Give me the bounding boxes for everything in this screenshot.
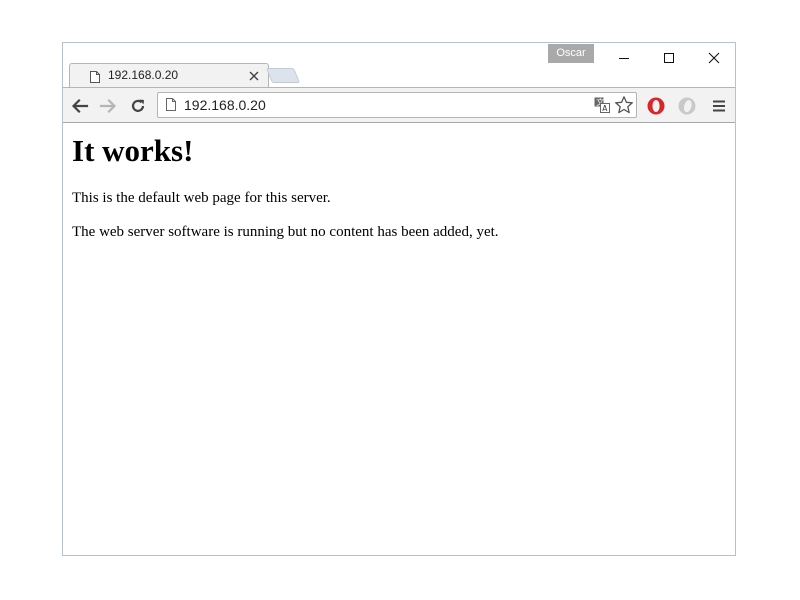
profile-badge[interactable]: Oscar [548, 44, 594, 63]
close-button[interactable] [691, 43, 736, 72]
page-icon [90, 70, 100, 88]
minimize-button[interactable] [601, 43, 646, 72]
page-icon [166, 98, 176, 116]
menu-button[interactable] [708, 95, 730, 117]
paragraph-default-page: This is the default web page for this se… [72, 190, 331, 206]
address-bar[interactable]: 文 A [157, 92, 637, 118]
tab-active[interactable]: 192.168.0.20 [69, 63, 269, 87]
opera-extension-button[interactable] [645, 95, 667, 117]
tab-close-button[interactable] [247, 69, 261, 83]
page-heading: It works! [72, 133, 194, 168]
translate-icon[interactable]: 文 A [594, 97, 610, 118]
toolbar: 文 A [63, 87, 735, 123]
title-bar: Oscar 192.168.0.20 [63, 43, 735, 87]
reload-button[interactable] [127, 95, 149, 117]
paragraph-server-status: The web server software is running but n… [72, 224, 499, 240]
close-icon [249, 71, 259, 81]
new-tab-button[interactable] [265, 68, 301, 83]
tab-title: 192.168.0.20 [108, 68, 179, 82]
forward-arrow-icon [99, 98, 117, 114]
star-icon [615, 96, 633, 114]
extension-button[interactable] [676, 95, 698, 117]
maximize-icon [663, 52, 674, 63]
back-arrow-icon [71, 98, 89, 114]
maximize-button[interactable] [646, 43, 691, 72]
extension-icon [678, 97, 696, 115]
back-button[interactable] [69, 95, 91, 117]
bookmark-star-button[interactable] [614, 95, 634, 120]
browser-window: Oscar 192.168.0.20 192.168.0.20 文 A It w… [62, 42, 736, 556]
minimize-icon [618, 57, 629, 59]
close-icon [708, 52, 719, 63]
url-input[interactable] [184, 97, 564, 113]
opera-extension-icon [647, 97, 665, 115]
svg-text:A: A [602, 104, 608, 113]
reload-icon [131, 99, 145, 112]
menu-icon [713, 100, 725, 112]
forward-button[interactable] [97, 95, 119, 117]
page-content: It works! This is the default web page f… [63, 123, 735, 555]
